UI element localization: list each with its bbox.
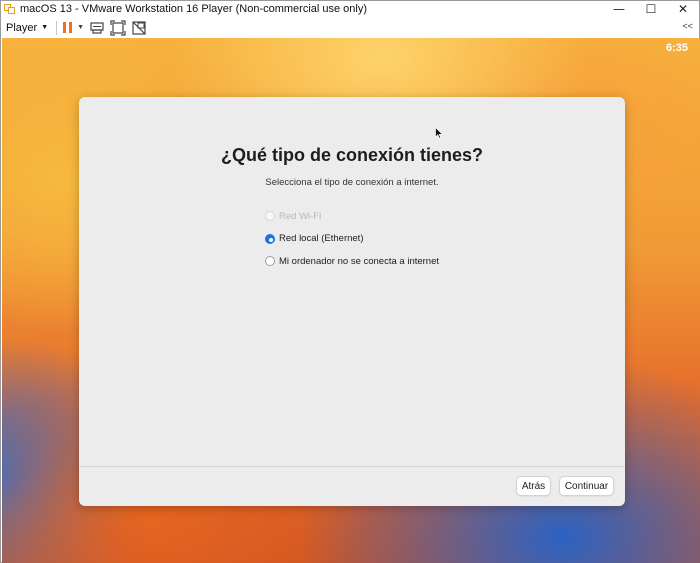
player-toolbar: Player ▼ ▼ << xyxy=(1,17,699,38)
send-ctrl-alt-del-icon[interactable] xyxy=(89,20,105,36)
maximize-button[interactable]: ☐ xyxy=(635,1,667,17)
radio-no-internet[interactable] xyxy=(265,256,275,266)
radio-wifi xyxy=(265,211,275,221)
player-menu[interactable]: Player ▼ xyxy=(6,22,48,34)
window-title: macOS 13 - VMware Workstation 16 Player … xyxy=(20,3,368,15)
option-ethernet-label[interactable]: Red local (Ethernet) xyxy=(279,233,363,244)
option-no-internet-label[interactable]: Mi ordenador no se conecta a internet xyxy=(279,256,439,267)
close-button[interactable]: ✕ xyxy=(667,1,699,17)
menu-bar-clock: 6:35 xyxy=(665,42,688,54)
power-dropdown-icon[interactable]: ▼ xyxy=(77,24,84,31)
fit-guest-icon[interactable] xyxy=(110,19,126,36)
vmware-app-icon xyxy=(4,3,16,15)
continue-button[interactable]: Continuar xyxy=(559,476,614,496)
guest-screen[interactable]: 6:35 ¿Qué tipo de conexión tienes? Selec… xyxy=(2,38,700,563)
player-menu-label: Player xyxy=(6,21,38,34)
radio-ethernet[interactable] xyxy=(265,233,275,244)
unity-icon[interactable] xyxy=(131,20,147,36)
option-ethernet[interactable]: Red local (Ethernet) xyxy=(265,233,439,245)
option-wifi-label: Red Wi-Fi xyxy=(279,210,322,222)
vmware-player-window: macOS 13 - VMware Workstation 16 Player … xyxy=(0,0,700,563)
page-title: ¿Qué tipo de conexión tienes? xyxy=(220,145,484,165)
page-subtitle: Selecciona el tipo de conexión a interne… xyxy=(265,177,439,188)
back-button[interactable]: Atrás xyxy=(516,476,551,496)
collapse-toolbar-button[interactable]: << xyxy=(682,21,693,31)
chevron-down-icon: ▼ xyxy=(41,24,49,31)
setup-assistant-dialog: ¿Qué tipo de conexión tienes? Selecciona… xyxy=(79,97,625,506)
mouse-cursor-icon xyxy=(435,127,443,139)
option-wifi: Red Wi-Fi xyxy=(265,210,439,222)
toolbar-separator xyxy=(56,20,58,35)
connection-options: Red Wi-Fi Red local (Ethernet) Mi ordena… xyxy=(265,210,439,278)
option-no-internet[interactable]: Mi ordenador no se conecta a internet xyxy=(265,255,439,267)
title-bar: macOS 13 - VMware Workstation 16 Player … xyxy=(1,1,699,17)
minimize-button[interactable]: — xyxy=(603,1,635,17)
footer-divider xyxy=(79,466,625,467)
pause-icon[interactable] xyxy=(63,22,73,33)
